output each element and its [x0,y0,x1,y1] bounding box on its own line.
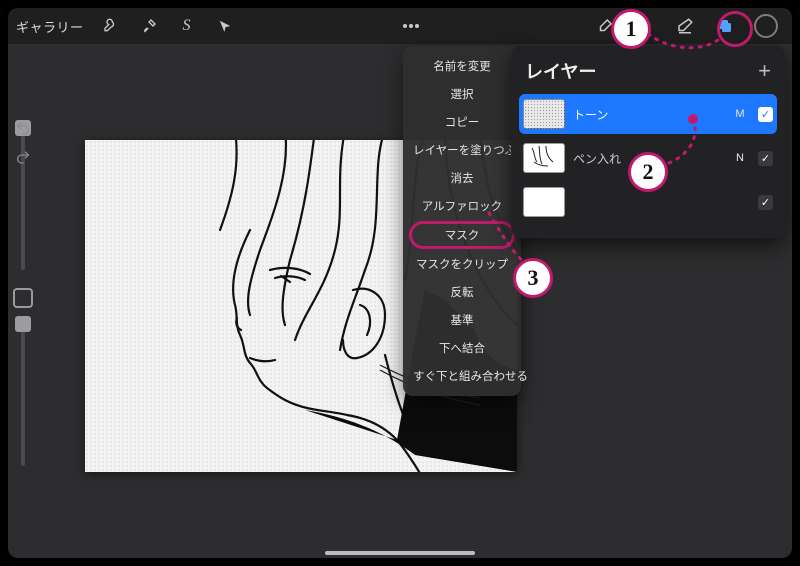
ctx-rename[interactable]: 名前を変更 [403,52,521,80]
add-layer-button[interactable]: + [758,60,771,82]
ctx-copy[interactable]: コピー [403,108,521,136]
layer-visibility-checkbox[interactable]: ✓ [758,151,773,166]
layer-visibility-checkbox[interactable]: ✓ [758,195,773,210]
side-slider-group [12,120,34,466]
ctx-fill[interactable]: レイヤーを塗りつぶす [403,136,521,164]
annotation-ring-layers-icon [717,11,753,47]
ctx-alpha-lock[interactable]: アルファロック [403,192,521,220]
top-toolbar: ギャラリー S [8,8,792,44]
home-indicator [325,551,475,555]
ctx-reference[interactable]: 基準 [403,306,521,334]
gallery-button[interactable]: ギャラリー [16,17,84,36]
callout-1: 1 [611,9,651,49]
toolbar-left-group: ギャラリー S [16,15,236,37]
ctx-invert[interactable]: 反転 [403,278,521,306]
ctx-merge-down[interactable]: 下へ結合 [403,334,521,362]
device-frame: ギャラリー S [0,0,800,566]
redo-icon[interactable] [15,149,31,170]
layer-thumb [523,187,565,217]
layers-panel: レイヤー + トーン M ✓ ペン入れ N ✓ ✓ [511,46,785,238]
layer-name: トーン [573,106,722,123]
callout-2: 2 [628,152,668,192]
more-icon[interactable] [400,15,422,37]
ctx-select[interactable]: 選択 [403,80,521,108]
ctx-clear[interactable]: 消去 [403,164,521,192]
layer-row-tone[interactable]: トーン M ✓ [519,94,777,134]
layer-context-menu: 名前を変更 選択 コピー レイヤーを塗りつぶす 消去 アルファロック マスク マ… [403,46,521,396]
undo-redo-group [12,120,34,170]
opacity-slider[interactable] [21,316,25,466]
wrench-icon[interactable] [100,15,122,37]
transform-arrow-icon[interactable] [214,15,236,37]
color-picker-icon[interactable] [754,14,778,38]
callout-3: 3 [513,258,553,298]
layer-visibility-checkbox[interactable]: ✓ [758,107,773,122]
undo-icon[interactable] [15,120,31,141]
layer-thumb [523,143,565,173]
layer-blend-mode[interactable]: N [730,152,750,164]
layer-blend-mode[interactable]: M [730,108,750,120]
layer-thumb [523,99,565,129]
slider-handle-bottom[interactable] [15,316,31,332]
ctx-mask[interactable]: マスク [409,221,515,249]
ctx-combine-down[interactable]: すぐ下と組み合わせる [403,362,521,390]
selection-icon[interactable]: S [176,15,198,37]
adjust-icon[interactable] [138,15,160,37]
layers-header: レイヤー + [519,54,777,94]
modifier-toggle[interactable] [13,288,33,308]
layers-title: レイヤー [525,58,596,84]
ctx-clip-mask[interactable]: マスクをクリップ [403,250,521,278]
eraser-icon[interactable] [674,15,696,37]
